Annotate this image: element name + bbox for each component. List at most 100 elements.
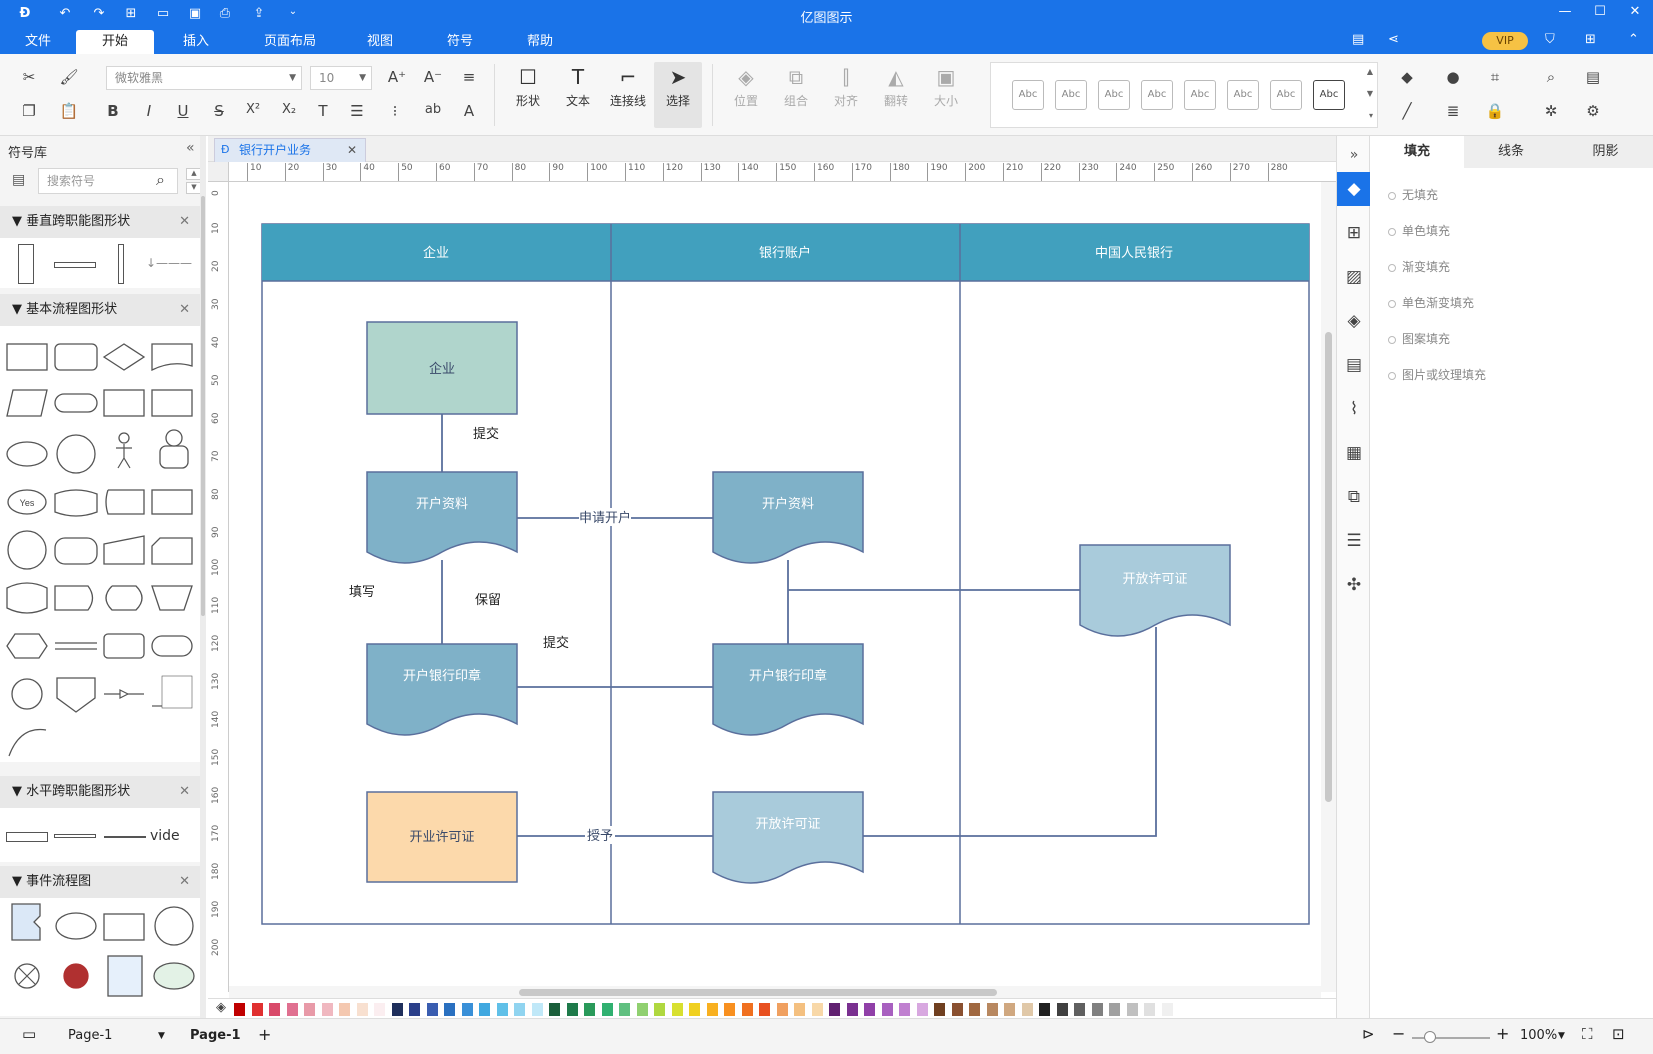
select-button[interactable]: ➤ 选择 [654,62,702,128]
color-swatch[interactable] [934,1003,945,1016]
color-swatch[interactable] [1126,1003,1138,1016]
color-swatch[interactable] [286,1003,298,1016]
category-basic-flowchart[interactable]: ▼ 基本流程图形状 ✕ [0,294,204,326]
find-replace-icon[interactable]: ▤ [1582,68,1604,86]
style-preset[interactable]: Abc [1270,80,1302,110]
page-select[interactable]: Page-1 [68,1028,112,1043]
fill-bucket-icon[interactable]: ◈ [216,1000,226,1015]
color-swatch[interactable] [1056,1003,1068,1016]
customize-chevron-icon[interactable]: ⌄ [282,6,304,17]
shirt-icon[interactable]: ⛉ [1545,32,1555,47]
color-swatch[interactable] [1039,1003,1050,1016]
edge-label-apply-account[interactable]: 申请开户 [579,510,631,525]
subscript-icon[interactable]: X₂ [278,102,300,117]
italic-icon[interactable]: I [138,102,160,120]
close-icon[interactable]: ✕ [179,206,190,238]
color-swatch[interactable] [636,1003,648,1016]
color-swatch[interactable] [356,1003,368,1016]
color-swatch[interactable] [969,1003,980,1016]
color-swatch[interactable] [391,1003,403,1016]
crop-icon[interactable]: ⌗ [1484,68,1506,86]
color-swatch[interactable] [654,1003,665,1016]
scroll-thumb[interactable] [519,989,997,996]
fill-option-picture[interactable]: 图片或纹理填充 [1388,366,1486,383]
color-swatch[interactable] [916,1003,928,1016]
shape-button[interactable]: ☐ 形状 [506,62,550,128]
color-swatch[interactable] [846,1003,858,1016]
chevron-down-icon[interactable]: ▼ [1558,1031,1565,1041]
color-swatch[interactable] [706,1003,718,1016]
font-grow-icon[interactable]: A⁺ [386,68,408,86]
color-swatch[interactable] [1109,1003,1120,1016]
document-tab[interactable]: Ð 银行开户业务 ✕ [214,138,366,162]
color-swatch[interactable] [304,1003,315,1016]
color-swatch[interactable] [759,1003,770,1016]
zoom-out-icon[interactable]: − [1392,1024,1405,1043]
color-swatch[interactable] [339,1003,350,1016]
apps-grid-icon[interactable]: ⊞ [1585,32,1596,47]
color-swatch[interactable] [514,1003,525,1016]
edge-label-fill[interactable]: 填写 [349,584,375,599]
maximize-icon[interactable]: ☐ [1585,4,1615,19]
page-icon[interactable]: ▤ [1337,348,1371,382]
font-shrink-icon[interactable]: A⁻ [422,68,444,86]
fill-bucket-icon[interactable]: ◆ [1396,68,1418,86]
zoom-slider-handle[interactable] [1424,1031,1436,1043]
tab-shadow[interactable]: 阴影 [1558,136,1653,168]
color-swatch[interactable] [899,1003,910,1016]
lane-title-enterprise[interactable]: 企业 [423,245,449,260]
flowchart-shape-palette[interactable]: Yes [0,326,200,762]
expand-panel-icon[interactable]: » [1337,138,1371,172]
shape-vertical-line[interactable] [118,244,124,284]
shape-horizontal-lane[interactable] [6,832,48,842]
undo-icon[interactable]: ↶ [54,6,76,21]
fill-option-gradient[interactable]: 渐变填充 [1388,258,1450,275]
color-swatch[interactable] [864,1003,875,1016]
color-swatch[interactable] [531,1003,543,1016]
edge-label-submit-2[interactable]: 提交 [543,635,569,650]
lane-title-pboc[interactable]: 中国人民银行 [1095,245,1173,260]
style-preset[interactable]: Abc [1313,80,1345,110]
font-color-icon[interactable]: A [458,102,480,120]
flip-button[interactable]: ◭ 翻转 [874,62,918,128]
left-panel-scrollbar[interactable] [200,136,206,1018]
shape-separator[interactable] [54,262,96,268]
search-icon[interactable]: ⌕ [1540,68,1562,86]
superscript-icon[interactable]: X² [242,102,264,117]
color-swatch[interactable] [251,1003,263,1016]
color-swatch[interactable] [321,1003,333,1016]
font-family-select[interactable]: 微软雅黑 ▼ [106,66,302,90]
shapes-data-icon[interactable]: ⧉ [1337,480,1371,514]
group-button[interactable]: ⧉ 组合 [774,62,818,128]
color-swatch[interactable] [601,1003,613,1016]
style-preset[interactable]: Abc [1055,80,1087,110]
lane-title-bank-account[interactable]: 银行账户 [759,245,811,260]
shape-horizontal-sep[interactable] [54,834,96,838]
size-button[interactable]: ▣ 大小 [924,62,968,128]
edge-label-grant[interactable]: 授予 [587,828,613,843]
category-vertical-swimlane[interactable]: ▼ 垂直跨职能图形状 ✕ [0,206,204,238]
shadow-icon[interactable]: ● [1442,68,1464,86]
zoom-level[interactable]: 100% [1520,1028,1557,1043]
line-color-icon[interactable]: ╱ [1396,102,1418,120]
bullet-list-icon[interactable]: ⁝ [384,102,406,120]
color-swatch[interactable] [1144,1003,1155,1016]
color-swatch[interactable] [776,1003,788,1016]
image-icon[interactable]: ▨ [1337,260,1371,294]
tab-fill[interactable]: 填充 [1370,136,1464,168]
shape-arrow-line[interactable]: ↓——— [146,256,192,270]
color-swatch[interactable] [584,1003,595,1016]
fill-option-none[interactable]: 无填充 [1388,186,1438,203]
color-swatch[interactable] [374,1003,385,1016]
vertical-scrollbar[interactable] [1321,182,1336,992]
shape-horizontal-line[interactable] [104,836,146,838]
line-spacing-icon[interactable]: ☰ [346,102,368,120]
swimlane-diagram[interactable]: 企业 银行账户 中国人民银行 企业 开户资料 开户银行印章 开业许可证 开户资料… [229,182,1321,982]
close-window-icon[interactable]: ✕ [1620,4,1650,19]
add-page-icon[interactable]: + [258,1025,271,1044]
close-icon[interactable]: ✕ [179,776,190,808]
share-icon[interactable]: ⋖ [1388,32,1399,47]
category-horizontal-swimlane[interactable]: ▼ 水平跨职能图形状 ✕ [0,776,204,808]
color-swatch[interactable] [496,1003,508,1016]
chart-icon[interactable]: ⌇ [1337,392,1371,426]
